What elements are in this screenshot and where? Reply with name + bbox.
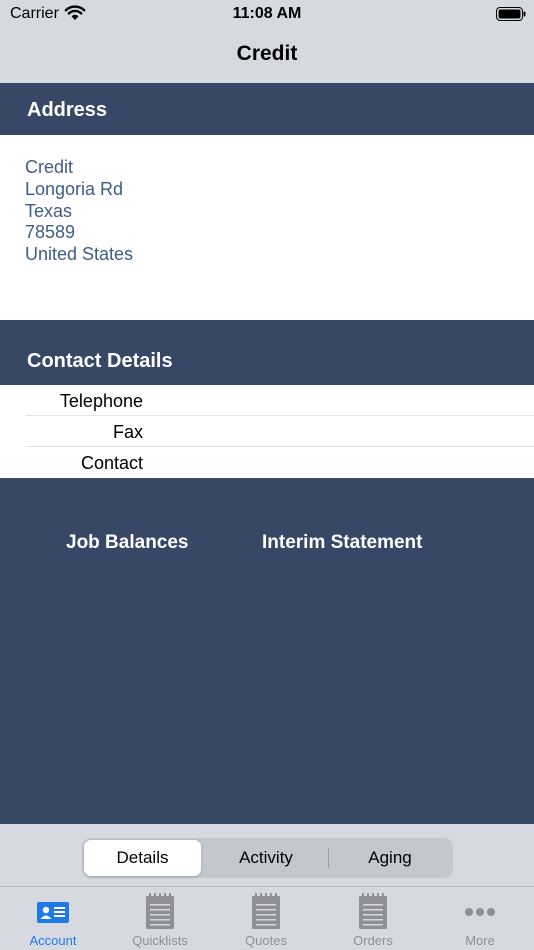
tab-orders[interactable]: Orders [320, 887, 426, 950]
notepad-icon [252, 893, 280, 929]
notepad-icon [146, 893, 174, 929]
status-time: 11:08 AM [232, 5, 302, 22]
page-title: Credit [236, 42, 298, 65]
contact-row-telephone[interactable]: Telephone [26, 385, 534, 416]
contact-header-title: Contact Details [27, 350, 173, 372]
notepad-icon [359, 893, 387, 929]
battery-icon [496, 7, 526, 21]
tab-more-label: More [465, 933, 495, 948]
tab-quotes-label: Quotes [245, 933, 287, 948]
tab-quicklists[interactable]: Quicklists [107, 887, 213, 950]
tab-quicklists-label: Quicklists [132, 933, 188, 948]
tab-quotes[interactable]: Quotes [213, 887, 319, 950]
segment-details[interactable]: Details [84, 840, 201, 876]
segmented-control: Details Activity Aging [82, 838, 453, 878]
address-line-state: Texas [25, 201, 73, 221]
address-line-zip: 78589 [25, 222, 76, 242]
interim-statement-button[interactable]: Interim Statement [262, 532, 422, 554]
contact-row-contact[interactable]: Contact [26, 447, 534, 478]
account-card-icon [37, 902, 69, 923]
tab-account-label: Account [29, 933, 77, 948]
tab-orders-label: Orders [353, 933, 393, 948]
contact-details-list: Telephone Fax Contact [0, 385, 534, 478]
more-dots-icon [465, 908, 495, 916]
navigation-bar: Credit [0, 28, 534, 83]
contact-section-header: Contact Details [0, 320, 534, 385]
tab-bar: Account Quicklists Quotes Orders More [0, 886, 534, 950]
balances-panel: Job Balances Interim Statement [0, 478, 534, 824]
address-line-name: Credit [25, 157, 74, 177]
tab-more[interactable]: More [427, 887, 533, 950]
segment-activity[interactable]: Activity [205, 840, 327, 876]
address-section-header: Address [0, 83, 534, 135]
contact-label: Contact [80, 453, 143, 473]
address-header-title: Address [27, 99, 108, 121]
status-bar: Carrier 11:08 AM [0, 0, 534, 28]
tab-account[interactable]: Account [0, 887, 106, 950]
fax-label: Fax [112, 422, 143, 442]
telephone-label: Telephone [59, 391, 143, 411]
address-block: Credit Longoria Rd Texas 78589 United St… [0, 135, 534, 320]
segment-aging[interactable]: Aging [329, 840, 451, 876]
job-balances-button[interactable]: Job Balances [66, 532, 189, 554]
address-line-street: Longoria Rd [25, 179, 124, 199]
segment-area: Details Activity Aging [0, 824, 534, 886]
contact-row-fax[interactable]: Fax [26, 416, 534, 447]
address-line-country: United States [25, 244, 134, 264]
